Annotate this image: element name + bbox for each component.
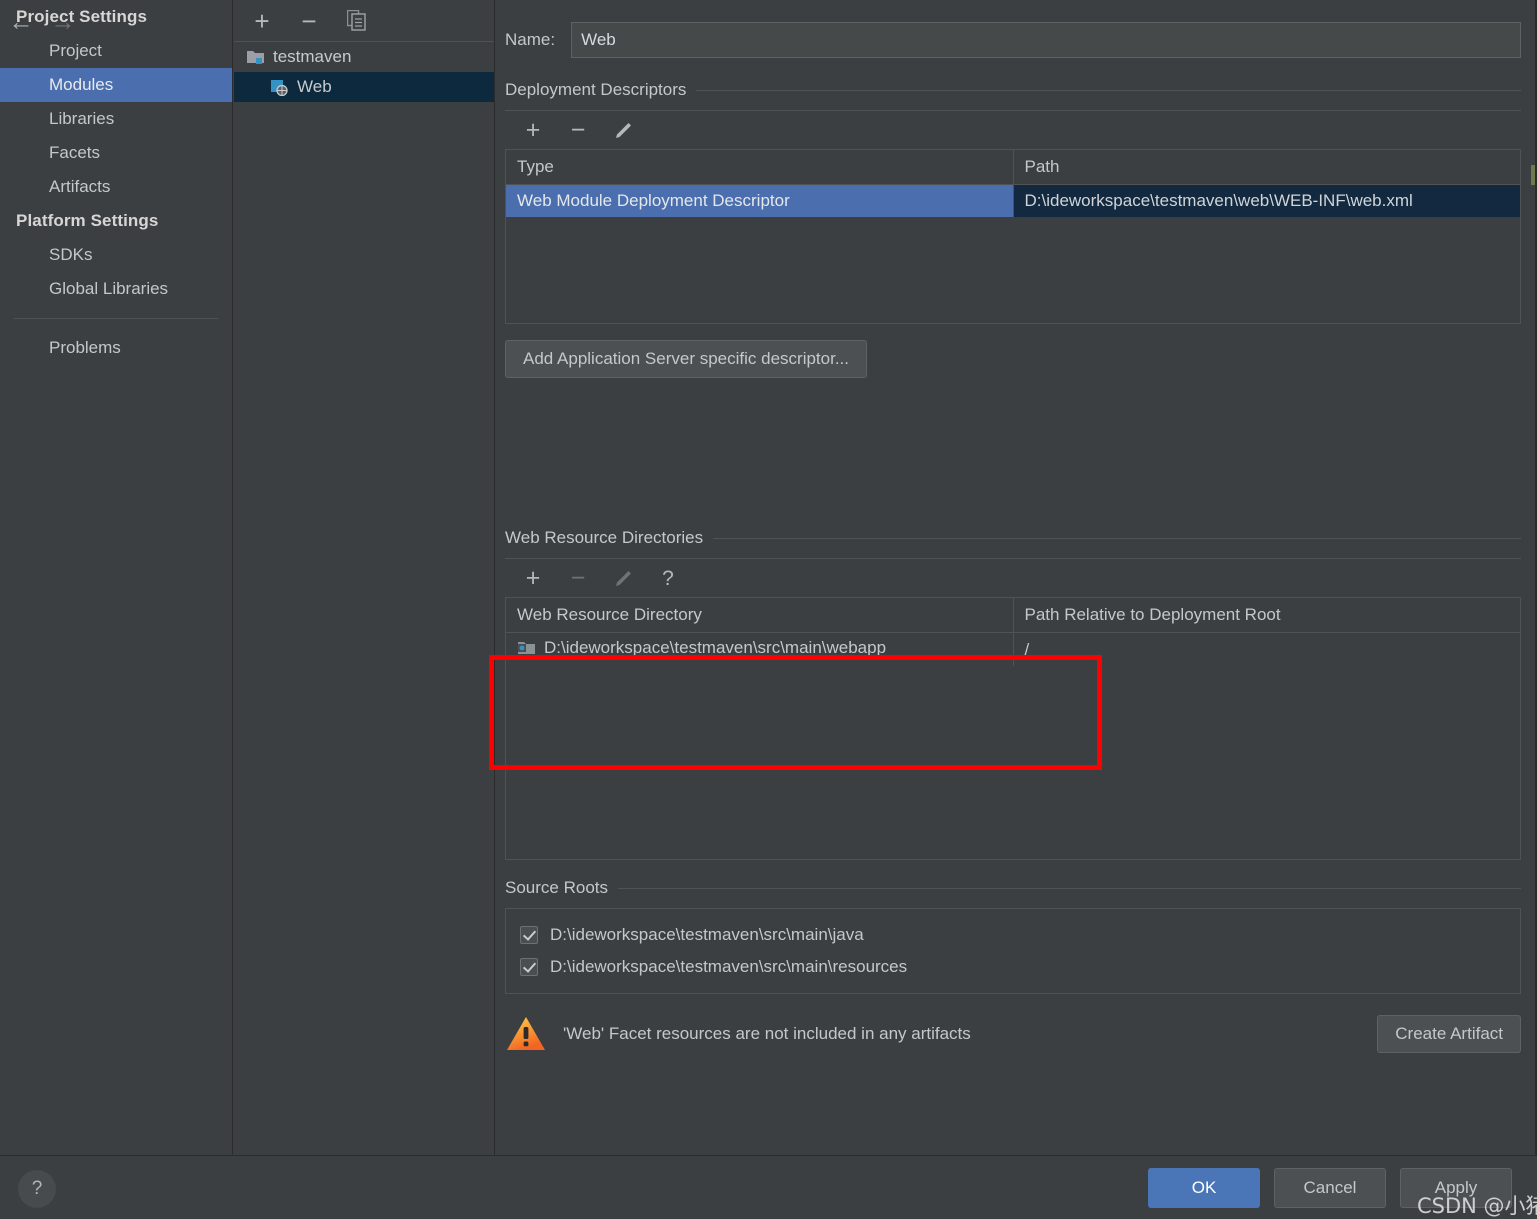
deployment-descriptors-table-box: Type Path Web Module Deployment Descript… [505,150,1521,324]
sidebar-item-sdks[interactable]: SDKs [0,238,232,272]
tree-node-label: Web [297,77,332,96]
table-header-row: Type Path [506,150,1520,185]
sidebar-item-problems[interactable]: Problems [0,331,232,365]
web-facet-icon [271,79,288,96]
group-divider-line [696,89,1521,91]
remove-web-resource-button[interactable]: − [564,564,592,592]
module-tree-toolbar: + − [234,0,494,42]
sidebar-item-libraries[interactable]: Libraries [0,102,232,136]
cell-web-resource-directory: D:\ideworkspace\testmaven\src\main\webap… [506,632,1014,666]
ok-button[interactable]: OK [1148,1168,1260,1208]
module-tree-rows: testmaven Web [234,42,494,102]
edit-descriptor-button[interactable] [609,116,637,144]
project-structure-dialog: ← → Project Settings Project Modules Lib… [0,0,1537,1219]
dialog-button-bar: ? OK Cancel Apply [0,1155,1537,1219]
name-input[interactable] [571,22,1521,58]
facet-warning-row: 'Web' Facet resources are not included i… [505,1008,1521,1060]
web-resource-directories-group: Web Resource Directories + − ? Web Resou… [505,528,1521,860]
sidebar-nav-arrows: ← → [0,0,233,44]
web-resource-directories-title: Web Resource Directories [505,528,1521,548]
deployment-descriptors-group: Deployment Descriptors + − Type Path Web… [505,80,1521,378]
tree-node-label: testmaven [273,47,352,66]
sidebar-group-platform-settings: Platform Settings [16,211,159,230]
column-header-type[interactable]: Type [506,150,1014,185]
list-item[interactable]: D:\ideworkspace\testmaven\src\main\resou… [506,951,1520,983]
table-row[interactable]: Web Module Deployment Descriptor D:\idew… [506,184,1520,217]
web-resource-table: Web Resource Directory Path Relative to … [506,598,1520,666]
copy-module-button[interactable] [341,6,371,36]
source-roots-group: Source Roots D:\ideworkspace\testmaven\s… [505,878,1521,994]
table-row[interactable]: D:\ideworkspace\testmaven\src\main\webap… [506,632,1520,666]
add-server-descriptor-row: Add Application Server specific descript… [505,340,1521,378]
cell-descriptor-path: D:\ideworkspace\testmaven\web\WEB-INF\we… [1013,184,1520,217]
sidebar-item-artifacts[interactable]: Artifacts [0,170,232,204]
cell-relative-path: / [1024,639,1030,659]
pencil-icon [615,122,631,138]
help-button[interactable]: ? [18,1170,56,1208]
source-roots-title: Source Roots [505,878,1521,898]
add-descriptor-button[interactable]: + [519,116,547,144]
column-header-web-resource-directory[interactable]: Web Resource Directory [506,598,1014,633]
list-item[interactable]: D:\ideworkspace\testmaven\src\main\java [506,919,1520,951]
source-root-path: D:\ideworkspace\testmaven\src\main\resou… [550,957,908,976]
remove-descriptor-button[interactable]: − [564,116,592,144]
deployment-descriptors-toolbar: + − [505,110,1521,150]
arrow-left-icon[interactable]: ← [0,0,42,44]
source-roots-list: D:\ideworkspace\testmaven\src\main\java … [505,908,1521,994]
facet-warning-text: 'Web' Facet resources are not included i… [563,1024,971,1043]
web-resource-table-wrap: + − ? Web Resource Directory Path Relati… [505,558,1521,860]
facet-settings-panel: Name: Deployment Descriptors + − [496,0,1537,1155]
cell-web-resource-directory-text: D:\ideworkspace\testmaven\src\main\webap… [544,638,887,657]
add-web-resource-button[interactable]: + [519,564,547,592]
deployment-descriptors-label: Deployment Descriptors [505,80,687,99]
module-folder-icon [247,51,264,64]
sidebar-item-modules[interactable]: Modules [0,68,232,102]
group-divider-line [713,537,1521,539]
cancel-button[interactable]: Cancel [1274,1168,1386,1208]
create-artifact-button[interactable]: Create Artifact [1377,1015,1521,1053]
source-root-checkbox[interactable] [520,958,538,976]
folder-resource-icon [518,642,535,654]
cell-descriptor-type: Web Module Deployment Descriptor [506,184,1014,217]
web-resource-table-box: Web Resource Directory Path Relative to … [505,598,1521,860]
tree-node-web[interactable]: Web [234,72,494,102]
sidebar-divider [14,318,218,319]
settings-sidebar: ← → Project Settings Project Modules Lib… [0,0,233,1155]
table-header-row: Web Resource Directory Path Relative to … [506,598,1520,633]
source-root-checkbox[interactable] [520,926,538,944]
facet-name-row: Name: [505,22,1521,58]
web-resource-directories-label: Web Resource Directories [505,528,704,547]
tree-node-testmaven[interactable]: testmaven [234,42,494,72]
source-root-path: D:\ideworkspace\testmaven\src\main\java [550,925,864,944]
help-web-resource-button[interactable]: ? [654,564,682,592]
name-label: Name: [505,30,556,49]
deployment-descriptors-table-wrap: + − Type Path Web Module Deployment Desc… [505,110,1521,324]
add-module-button[interactable]: + [247,6,277,36]
edit-web-resource-button[interactable] [609,564,637,592]
module-tree-panel: + − testmaven Web [234,0,495,1155]
source-roots-label: Source Roots [505,878,608,897]
sidebar-item-facets[interactable]: Facets [0,136,232,170]
pencil-icon [615,570,631,586]
column-header-relative-path[interactable]: Path Relative to Deployment Root [1013,598,1520,633]
deployment-descriptors-title: Deployment Descriptors [505,80,1521,100]
column-header-path[interactable]: Path [1013,150,1520,185]
add-application-server-descriptor-button[interactable]: Add Application Server specific descript… [505,340,867,378]
copy-icon [346,10,366,31]
remove-module-button[interactable]: − [294,6,324,36]
warning-triangle-icon [507,1017,545,1050]
group-divider-line [618,887,1521,889]
web-resource-toolbar: + − ? [505,558,1521,598]
csdn-watermark: CSDN @小猪弟 [1417,1194,1537,1218]
deployment-descriptors-table: Type Path Web Module Deployment Descript… [506,150,1520,217]
arrow-right-icon[interactable]: → [42,0,84,44]
sidebar-item-global-libraries[interactable]: Global Libraries [0,272,232,306]
